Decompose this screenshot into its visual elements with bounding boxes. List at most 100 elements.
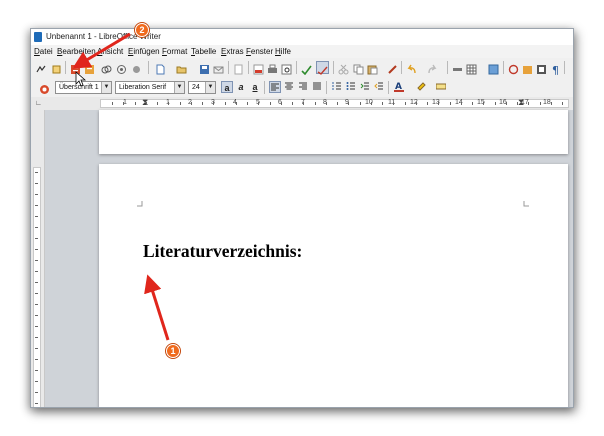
insert-bibliography-entry-icon[interactable] <box>70 62 81 74</box>
email-icon[interactable] <box>213 62 224 74</box>
menu-einfuegen[interactable]: Einfügen <box>128 47 160 56</box>
ruler-tick <box>382 102 383 105</box>
insert-footnote-icon[interactable] <box>116 62 127 74</box>
font-size-value: 24 <box>192 84 200 91</box>
menu-fenster[interactable]: Fenster <box>246 47 273 56</box>
ruler-tick <box>438 102 440 105</box>
new-document-icon[interactable] <box>155 62 166 75</box>
copy-icon[interactable] <box>353 62 364 75</box>
svg-text:¶: ¶ <box>552 64 559 75</box>
vertical-ruler-tick <box>35 315 38 316</box>
auto-spellcheck-icon[interactable] <box>316 61 329 75</box>
ruler-tick <box>359 102 361 105</box>
menu-format[interactable]: Format <box>162 47 187 56</box>
background-color-icon[interactable] <box>435 81 447 93</box>
chevron-down-icon[interactable]: ▼ <box>205 82 215 93</box>
print-icon[interactable] <box>267 62 278 73</box>
menu-bearbeiten[interactable]: Bearbeiten <box>57 47 96 56</box>
paragraph-style-value: Überschrift 1 <box>59 84 99 91</box>
save-icon[interactable] <box>199 62 210 74</box>
ruler-tick <box>393 102 395 105</box>
menu-hilfe[interactable]: Hilfe <box>275 47 291 56</box>
vertical-ruler-tick <box>35 370 38 371</box>
open-icon[interactable] <box>176 62 187 74</box>
cut-icon[interactable] <box>338 62 349 75</box>
step-badge-2: 2 <box>135 23 149 37</box>
clear-formatting-icon[interactable] <box>51 62 62 74</box>
ruler-number: 18 <box>543 99 551 106</box>
numbering-icon[interactable] <box>331 81 343 93</box>
ruler-tick <box>269 102 271 105</box>
underline-button[interactable]: a <box>249 81 261 93</box>
navigator-icon[interactable] <box>131 62 142 73</box>
libreoffice-writer-window: Unbenannt 1 - LibreOffice Writer Datei B… <box>30 28 574 408</box>
document-heading[interactable]: Literaturverzeichnis: <box>143 241 302 262</box>
ruler-tick <box>202 102 203 105</box>
redo-icon[interactable] <box>427 62 438 74</box>
vertical-ruler-tick <box>35 359 38 360</box>
italic-button[interactable]: a <box>235 81 247 93</box>
ruler-tick <box>280 102 282 105</box>
align-center-icon[interactable] <box>283 81 295 93</box>
ruler-tick <box>483 102 485 105</box>
decrease-indent-icon[interactable] <box>373 81 385 93</box>
insert-chart-icon[interactable] <box>508 62 519 75</box>
crop-mark-top-right <box>523 201 529 207</box>
clone-paintbrush-icon[interactable] <box>387 62 398 74</box>
ruler-tick <box>449 102 451 105</box>
ruler-tick <box>258 102 260 105</box>
ruler-tick <box>404 102 406 105</box>
ruler-tick <box>247 102 248 105</box>
ruler-tick <box>415 102 417 105</box>
right-indent-marker-icon[interactable]: ⧗ <box>518 97 524 108</box>
tab-stop-selector[interactable]: ∟ <box>35 100 42 107</box>
vertical-ruler-tick <box>35 304 38 305</box>
update-style-icon[interactable] <box>39 82 50 94</box>
page-current[interactable]: Literaturverzeichnis: <box>99 164 568 407</box>
insert-textbox-icon[interactable] <box>522 62 533 74</box>
paste-icon[interactable] <box>367 62 378 75</box>
font-name-select[interactable]: Liberation Serif ▼ <box>115 81 185 94</box>
highlighting-icon[interactable] <box>415 81 427 93</box>
bullets-icon[interactable] <box>345 81 357 93</box>
find-replace-icon[interactable] <box>452 62 463 73</box>
justify-icon[interactable] <box>311 81 323 93</box>
menu-ansicht[interactable]: Ansicht <box>97 47 123 56</box>
undo-icon[interactable] <box>406 62 417 74</box>
insert-image-icon[interactable] <box>488 62 499 75</box>
insert-link-icon[interactable] <box>101 62 112 74</box>
chevron-down-icon[interactable]: ▼ <box>101 82 111 93</box>
bold-button[interactable]: a <box>221 81 233 93</box>
clone-formatting-icon[interactable] <box>36 62 47 73</box>
insert-index-icon[interactable] <box>84 62 95 74</box>
menu-tabelle[interactable]: Tabelle <box>191 47 216 56</box>
increase-indent-icon[interactable] <box>359 81 371 93</box>
export-pdf-icon[interactable] <box>253 62 264 75</box>
vertical-ruler-tick <box>35 216 38 217</box>
edit-mode-icon[interactable] <box>233 62 244 75</box>
vertical-ruler-tick <box>35 260 38 261</box>
chevron-down-icon[interactable]: ▼ <box>174 82 184 93</box>
formatting-toolbar: Überschrift 1 ▼ Liberation Serif ▼ 24 ▼ … <box>31 78 573 98</box>
align-left-icon[interactable] <box>269 81 281 93</box>
font-color-icon[interactable]: A <box>393 81 405 93</box>
page-previous[interactable] <box>99 110 568 154</box>
vertical-ruler[interactable] <box>31 110 45 407</box>
font-size-select[interactable]: 24 ▼ <box>188 81 216 94</box>
ruler-tick <box>224 102 226 105</box>
horizontal-ruler[interactable]: ∟ 1 1 2 3 4 5 6 7 8 9 10 11 12 13 14 15 … <box>31 97 573 111</box>
vertical-ruler-tick <box>35 392 38 393</box>
insert-comment-icon[interactable] <box>536 62 547 74</box>
menu-extras[interactable]: Extras <box>221 47 244 56</box>
paragraph-style-select[interactable]: Überschrift 1 ▼ <box>55 81 112 94</box>
align-right-icon[interactable] <box>297 81 309 93</box>
menu-datei[interactable]: Datei <box>34 47 53 56</box>
ruler-tick <box>303 102 305 105</box>
spelling-icon[interactable] <box>301 62 312 76</box>
insert-table-icon[interactable] <box>466 62 477 75</box>
formatting-marks-icon[interactable]: ¶ <box>550 62 561 77</box>
vertical-ruler-tick <box>35 271 38 272</box>
ruler-tick <box>528 102 530 105</box>
ruler-tick <box>157 102 158 105</box>
print-preview-icon[interactable] <box>281 62 292 75</box>
